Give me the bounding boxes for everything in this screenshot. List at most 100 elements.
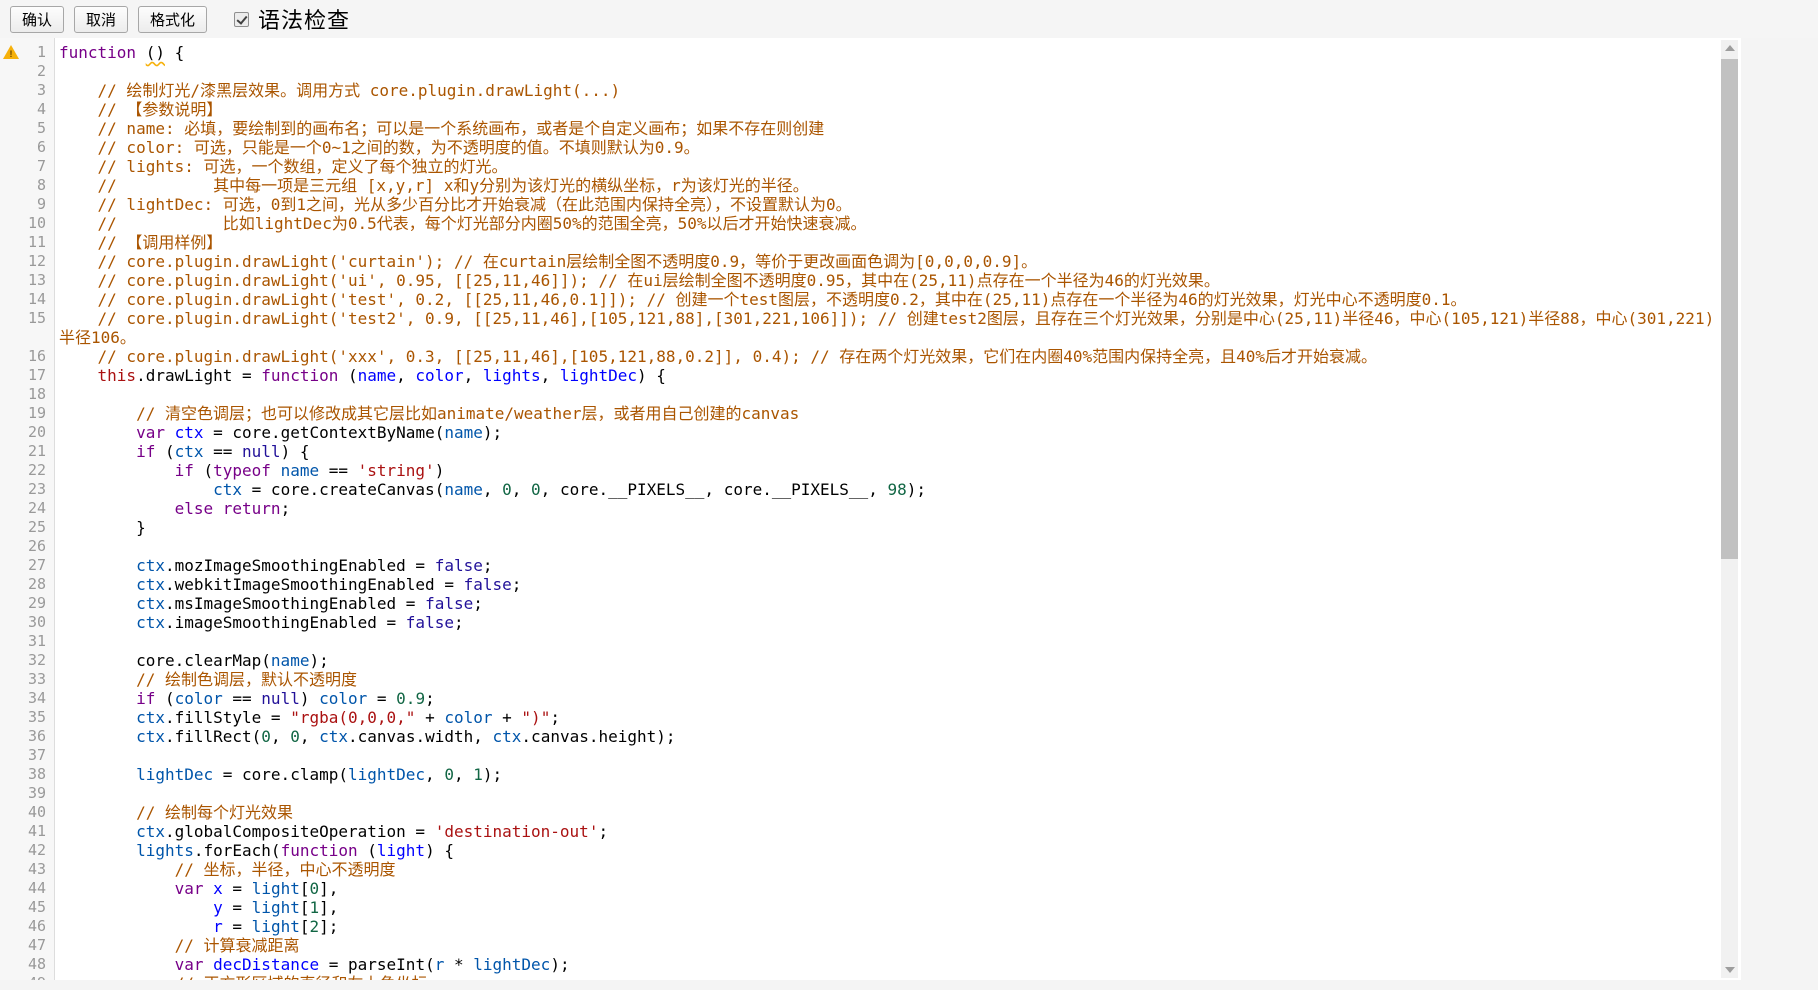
code-text[interactable] xyxy=(55,784,1719,803)
gutter-cell[interactable]: 45 xyxy=(0,898,55,917)
gutter-cell[interactable]: 22 xyxy=(0,461,55,480)
gutter-cell[interactable]: 35 xyxy=(0,708,55,727)
code-text[interactable]: // 清空色调层；也可以修改成其它层比如animate/weather层，或者用… xyxy=(55,404,1719,423)
gutter-cell[interactable]: !1 xyxy=(0,43,55,62)
code-editor[interactable]: !1function () {23 // 绘制灯光/漆黑层效果。调用方式 cor… xyxy=(0,38,1741,980)
code-text[interactable]: // 绘制灯光/漆黑层效果。调用方式 core.plugin.drawLight… xyxy=(55,81,1719,100)
code-text[interactable]: // 其中每一项是三元组 [x,y,r] x和y分别为该灯光的横纵坐标，r为该灯… xyxy=(55,176,1719,195)
gutter-cell[interactable]: 8 xyxy=(0,176,55,195)
gutter-cell[interactable]: 46 xyxy=(0,917,55,936)
code-text[interactable]: // 绘制每个灯光效果 xyxy=(55,803,1719,822)
gutter-cell[interactable]: 23 xyxy=(0,480,55,499)
code-text[interactable]: ctx.imageSmoothingEnabled = false; xyxy=(55,613,1719,632)
gutter-cell[interactable]: 28 xyxy=(0,575,55,594)
syntax-check-checkbox[interactable] xyxy=(234,12,249,27)
gutter-cell[interactable]: 19 xyxy=(0,404,55,423)
code-text[interactable]: // lights: 可选，一个数组，定义了每个独立的灯光。 xyxy=(55,157,1719,176)
code-text[interactable]: if (typeof name == 'string') xyxy=(55,461,1719,480)
code-text[interactable]: else return; xyxy=(55,499,1719,518)
gutter-cell[interactable]: 27 xyxy=(0,556,55,575)
gutter-cell[interactable]: 15 xyxy=(0,309,55,328)
scrollbar-thumb[interactable] xyxy=(1721,59,1738,559)
gutter-cell[interactable]: 21 xyxy=(0,442,55,461)
gutter-cell[interactable]: 9 xyxy=(0,195,55,214)
scroll-up-icon[interactable] xyxy=(1721,40,1738,57)
gutter-cell[interactable]: 40 xyxy=(0,803,55,822)
gutter-cell[interactable]: 37 xyxy=(0,746,55,765)
code-text[interactable]: lightDec = core.clamp(lightDec, 0, 1); xyxy=(55,765,1719,784)
gutter-cell[interactable]: 44 xyxy=(0,879,55,898)
code-text[interactable]: ctx.fillRect(0, 0, ctx.canvas.width, ctx… xyxy=(55,727,1719,746)
code-text[interactable]: if (ctx == null) { xyxy=(55,442,1719,461)
code-text[interactable]: ctx.fillStyle = "rgba(0,0,0," + color + … xyxy=(55,708,1719,727)
gutter-cell[interactable]: 36 xyxy=(0,727,55,746)
code-text[interactable]: // 【调用样例】 xyxy=(55,233,1719,252)
code-text[interactable]: ctx.webkitImageSmoothingEnabled = false; xyxy=(55,575,1719,594)
gutter-cell[interactable]: 6 xyxy=(0,138,55,157)
code-text[interactable] xyxy=(55,746,1719,765)
gutter-cell[interactable]: 34 xyxy=(0,689,55,708)
code-text[interactable]: ctx.mozImageSmoothingEnabled = false; xyxy=(55,556,1719,575)
code-text[interactable]: if (color == null) color = 0.9; xyxy=(55,689,1719,708)
gutter-cell[interactable]: 17 xyxy=(0,366,55,385)
code-text[interactable]: function () { xyxy=(55,43,1719,62)
code-text[interactable]: // 计算衰减距离 xyxy=(55,936,1719,955)
code-text[interactable]: lights.forEach(function (light) { xyxy=(55,841,1719,860)
gutter-cell[interactable]: 33 xyxy=(0,670,55,689)
code-text[interactable]: y = light[1], xyxy=(55,898,1719,917)
gutter-cell[interactable]: 7 xyxy=(0,157,55,176)
code-text[interactable]: // name: 必填，要绘制到的画布名；可以是一个系统画布，或者是个自定义画布… xyxy=(55,119,1719,138)
code-text[interactable]: r = light[2]; xyxy=(55,917,1719,936)
code-text[interactable]: core.clearMap(name); xyxy=(55,651,1719,670)
code-text[interactable]: ctx.globalCompositeOperation = 'destinat… xyxy=(55,822,1719,841)
gutter-cell[interactable]: 2 xyxy=(0,62,55,81)
format-button[interactable]: 格式化 xyxy=(138,6,207,33)
gutter-cell[interactable]: 25 xyxy=(0,518,55,537)
confirm-button[interactable]: 确认 xyxy=(10,6,64,33)
gutter-cell[interactable]: 39 xyxy=(0,784,55,803)
code-text[interactable] xyxy=(55,537,1719,556)
code-text[interactable]: } xyxy=(55,518,1719,537)
gutter-cell[interactable]: 3 xyxy=(0,81,55,100)
gutter-cell[interactable]: 13 xyxy=(0,271,55,290)
gutter-cell[interactable]: 49 xyxy=(0,974,55,980)
code-text[interactable]: // 比如lightDec为0.5代表，每个灯光部分内圈50%的范围全亮，50%… xyxy=(55,214,1719,233)
gutter-cell[interactable]: 48 xyxy=(0,955,55,974)
gutter-cell[interactable]: 24 xyxy=(0,499,55,518)
gutter-cell[interactable]: 26 xyxy=(0,537,55,556)
code-text[interactable]: // color: 可选，只能是一个0~1之间的数，为不透明度的值。不填则默认为… xyxy=(55,138,1719,157)
gutter-cell[interactable]: 42 xyxy=(0,841,55,860)
code-text[interactable]: this.drawLight = function (name, color, … xyxy=(55,366,1719,385)
gutter-cell[interactable]: 38 xyxy=(0,765,55,784)
code-text[interactable]: // core.plugin.drawLight('ui', 0.95, [[2… xyxy=(55,271,1719,290)
gutter-cell[interactable]: 30 xyxy=(0,613,55,632)
code-text[interactable]: ctx = core.createCanvas(name, 0, 0, core… xyxy=(55,480,1719,499)
scroll-down-icon[interactable] xyxy=(1721,961,1738,978)
gutter-cell[interactable]: 16 xyxy=(0,347,55,366)
code-text[interactable]: var decDistance = parseInt(r * lightDec)… xyxy=(55,955,1719,974)
code-text[interactable] xyxy=(55,632,1719,651)
gutter-cell[interactable]: 12 xyxy=(0,252,55,271)
code-text[interactable]: // 正方形区域的直径和左上角坐标 xyxy=(55,974,1719,980)
gutter-cell[interactable]: 5 xyxy=(0,119,55,138)
gutter-cell[interactable]: 41 xyxy=(0,822,55,841)
gutter-cell[interactable]: 29 xyxy=(0,594,55,613)
code-text[interactable]: ctx.msImageSmoothingEnabled = false; xyxy=(55,594,1719,613)
gutter-cell[interactable]: 4 xyxy=(0,100,55,119)
lint-warning-icon[interactable]: ! xyxy=(3,45,19,60)
code-text[interactable]: // core.plugin.drawLight('test2', 0.9, [… xyxy=(55,309,1719,347)
code-text[interactable] xyxy=(55,385,1719,404)
code-text[interactable]: // 【参数说明】 xyxy=(55,100,1719,119)
code-text[interactable]: // core.plugin.drawLight('curtain'); // … xyxy=(55,252,1719,271)
code-text[interactable]: var ctx = core.getContextByName(name); xyxy=(55,423,1719,442)
gutter-cell[interactable]: 11 xyxy=(0,233,55,252)
gutter-cell[interactable]: 47 xyxy=(0,936,55,955)
code-text[interactable]: // 坐标，半径，中心不透明度 xyxy=(55,860,1719,879)
gutter-cell[interactable]: 32 xyxy=(0,651,55,670)
code-text[interactable]: // core.plugin.drawLight('xxx', 0.3, [[2… xyxy=(55,347,1719,366)
code-text[interactable]: // core.plugin.drawLight('test', 0.2, [[… xyxy=(55,290,1719,309)
code-text[interactable]: var x = light[0], xyxy=(55,879,1719,898)
gutter-cell[interactable]: 18 xyxy=(0,385,55,404)
vertical-scrollbar[interactable] xyxy=(1721,40,1738,978)
code-text[interactable]: // 绘制色调层，默认不透明度 xyxy=(55,670,1719,689)
